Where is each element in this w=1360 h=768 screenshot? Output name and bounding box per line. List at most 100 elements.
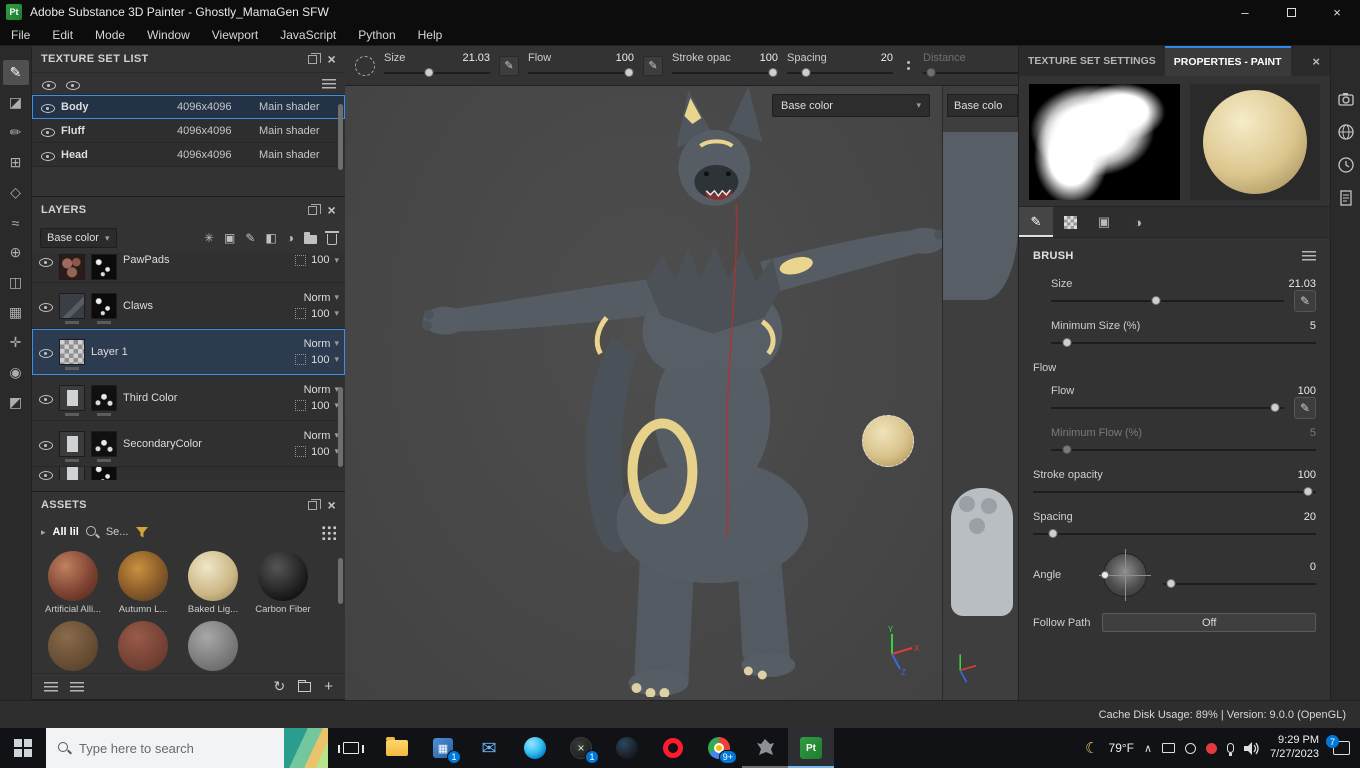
visibility-eye-icon[interactable] <box>40 100 55 114</box>
slider-thumb[interactable] <box>1270 403 1280 412</box>
layer-name[interactable]: SecondaryColor <box>123 438 267 450</box>
minimum-size-slider[interactable] <box>1051 337 1316 349</box>
mail-button[interactable]: ✉ <box>466 728 512 768</box>
substance-painter-button[interactable]: Pt <box>788 728 834 768</box>
paint-tool-icon[interactable]: ✎ <box>2 60 29 85</box>
slider-thumb[interactable] <box>1048 529 1058 538</box>
menu-file[interactable]: File <box>0 24 41 45</box>
detail-view-icon[interactable] <box>70 681 84 692</box>
show-all-eye-icon[interactable] <box>41 77 56 91</box>
layer-name[interactable]: PawPads <box>123 254 267 266</box>
add-paint-layer-icon[interactable]: ✎ <box>245 231 255 245</box>
flow-slider[interactable] <box>528 67 634 79</box>
model-3d-character[interactable] <box>345 86 942 697</box>
camera-icon[interactable] <box>1337 90 1355 108</box>
visibility-eye-icon[interactable] <box>38 437 53 451</box>
layer-thumbnail[interactable] <box>59 384 85 416</box>
taskbar-search[interactable] <box>46 728 328 768</box>
search-input[interactable] <box>79 740 276 756</box>
stroke-opacity-slider[interactable] <box>1033 486 1316 498</box>
asset-item[interactable] <box>254 621 312 671</box>
slider-thumb[interactable] <box>1151 296 1161 305</box>
smudge-tool-icon[interactable]: ≈ <box>3 210 29 235</box>
layer-row-claws[interactable]: Claws Norm ▾ 100 ▾ <box>32 283 345 329</box>
geometry-mask-tool-icon[interactable]: ▦ <box>3 300 29 325</box>
channel-selector-dropdown[interactable]: Base color ▾ <box>40 228 117 248</box>
layer-mask-thumbnail[interactable] <box>91 467 117 480</box>
layer-mask-thumbnail[interactable] <box>91 292 117 324</box>
tab-texture-set-settings[interactable]: TEXTURE SET SETTINGS <box>1019 46 1165 76</box>
close-panel-icon[interactable]: × <box>1302 46 1330 76</box>
visibility-eye-icon[interactable] <box>38 299 53 313</box>
viewport-2d[interactable]: Base colo <box>943 86 1018 700</box>
layer-thumbnail[interactable] <box>59 430 85 462</box>
close-panel-icon[interactable]: × <box>328 498 336 512</box>
delete-layer-icon[interactable] <box>325 231 339 245</box>
blend-mode-dropdown[interactable]: Norm ▾ <box>304 338 339 350</box>
assets-search-input[interactable]: Se... <box>106 526 129 538</box>
visibility-eye-icon[interactable] <box>38 467 53 480</box>
minimize-button[interactable]: – <box>1222 0 1268 24</box>
stroke-opacity-slider[interactable] <box>672 67 778 79</box>
layer-mask-thumbnail[interactable] <box>91 384 117 416</box>
layer-row-layer1[interactable]: Layer 1 Norm ▾ 100 ▾ <box>32 329 345 375</box>
slider-thumb[interactable] <box>926 68 936 77</box>
clone-tool-icon[interactable]: ⊕ <box>3 240 29 265</box>
add-folder-icon[interactable] <box>304 232 317 244</box>
scrollbar[interactable] <box>338 558 343 604</box>
brush-preview-icon[interactable] <box>355 55 375 76</box>
filter-funnel-icon[interactable] <box>135 526 149 539</box>
menu-python[interactable]: Python <box>347 24 406 45</box>
steam-button[interactable] <box>604 728 650 768</box>
browser-button[interactable]: 9+ <box>696 728 742 768</box>
tab-properties-paint[interactable]: PROPERTIES - PAINT <box>1164 46 1291 76</box>
slider-thumb[interactable] <box>1303 487 1312 496</box>
add-fill-layer-icon[interactable]: ◧ <box>265 231 276 245</box>
asset-item[interactable]: Artificial Alli... <box>44 551 102 615</box>
start-button[interactable] <box>0 728 46 768</box>
symmetry-tool-icon[interactable]: ✛ <box>3 330 29 355</box>
volume-icon[interactable] <box>1244 741 1260 755</box>
network-tray-icon[interactable] <box>1162 743 1176 753</box>
app-tray-icon[interactable] <box>1206 742 1218 754</box>
export-tool-icon[interactable]: ◩ <box>3 390 29 415</box>
layer-row-secondarycolor[interactable]: SecondaryColor Norm ▾ 100 ▾ <box>32 421 345 467</box>
close-panel-icon[interactable]: × <box>328 52 336 66</box>
solo-eye-icon[interactable] <box>65 77 80 91</box>
slider-thumb[interactable] <box>624 68 634 77</box>
brush-subtab-icon[interactable]: ✎ <box>1019 207 1053 237</box>
layer-name[interactable]: Claws <box>123 300 267 312</box>
blend-mode-dropdown[interactable]: Norm ▾ <box>304 384 339 396</box>
menu-help[interactable]: Help <box>407 24 454 45</box>
axis-gizmo[interactable]: Y X Z <box>878 624 922 676</box>
blend-mode-dropdown[interactable]: Norm ▾ <box>304 292 339 304</box>
layer-mask-thumbnail[interactable] <box>91 430 117 462</box>
asset-item[interactable] <box>184 621 242 671</box>
distance-slider[interactable] <box>923 67 1029 79</box>
assets-filter-label[interactable]: All lil <box>53 526 79 538</box>
clock[interactable]: 9:29 PM 7/27/2023 <box>1270 734 1319 762</box>
minimum-flow-slider[interactable] <box>1051 444 1316 456</box>
slider-thumb[interactable] <box>1062 338 1072 347</box>
flow-pressure-toggle[interactable]: ✎ <box>1294 397 1316 419</box>
temperature-text[interactable]: 79°F <box>1109 741 1134 755</box>
slider-thumb[interactable] <box>768 68 778 77</box>
layer-thumbnail[interactable] <box>59 467 85 480</box>
visibility-eye-icon[interactable] <box>40 148 55 162</box>
slider-thumb[interactable] <box>424 68 434 77</box>
expand-arrow-icon[interactable]: ▸ <box>41 527 46 538</box>
creature-app-button[interactable] <box>742 728 788 768</box>
follow-path-toggle[interactable]: Off <box>1102 613 1316 632</box>
angle-dial[interactable] <box>1099 549 1151 601</box>
history-icon[interactable] <box>1337 156 1355 174</box>
visibility-eye-icon[interactable] <box>38 254 53 268</box>
maximize-button[interactable] <box>1268 0 1314 24</box>
dial-knob[interactable] <box>1101 571 1109 579</box>
menu-edit[interactable]: Edit <box>41 24 84 45</box>
quick-mask-tool-icon[interactable]: ◉ <box>3 360 29 385</box>
size-slider[interactable] <box>1051 295 1284 307</box>
list-view-icon[interactable] <box>44 681 58 692</box>
layer-name[interactable]: Third Color <box>123 392 267 404</box>
layer-row-partial[interactable] <box>32 467 345 480</box>
spacing-dots-icon[interactable] <box>902 61 914 70</box>
